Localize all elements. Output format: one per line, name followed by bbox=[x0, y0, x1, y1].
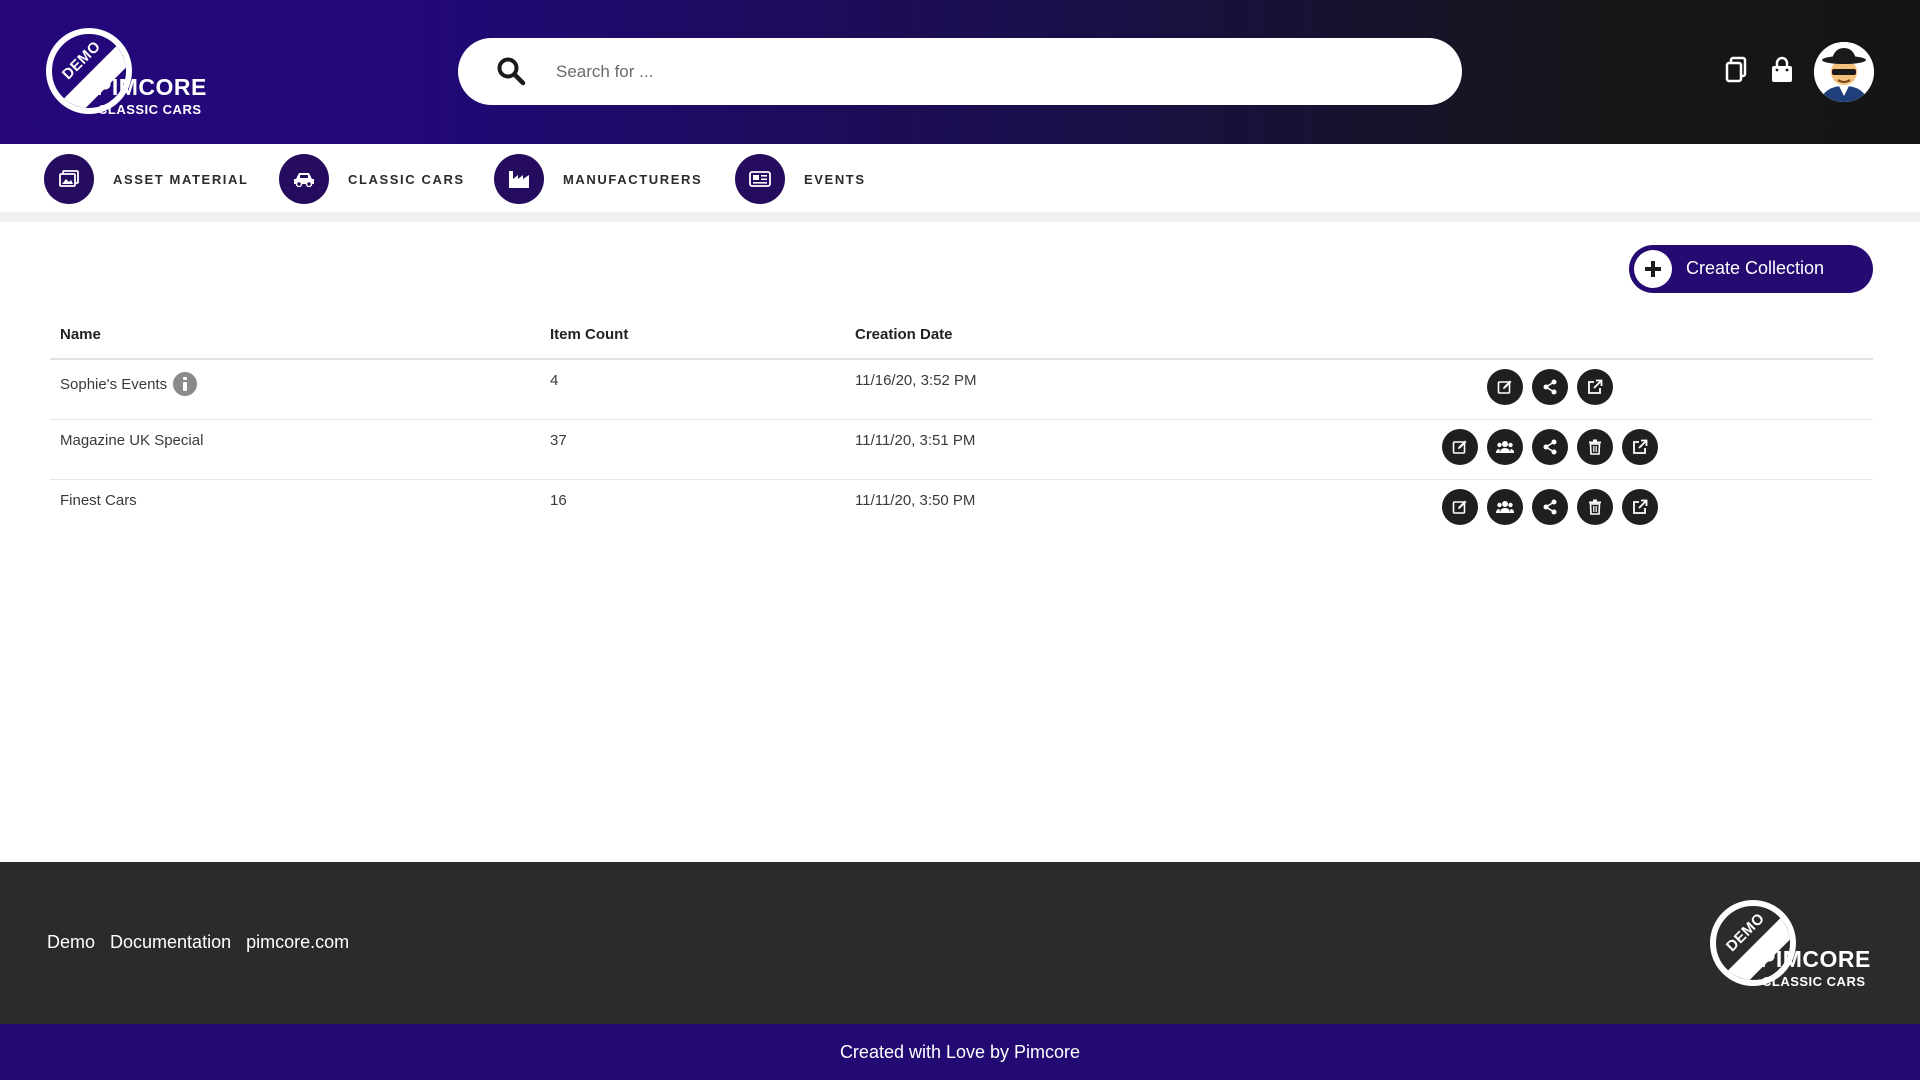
users-icon[interactable] bbox=[1487, 429, 1523, 465]
user-avatar[interactable] bbox=[1814, 42, 1874, 102]
nav-item-classic-cars[interactable]: CLASSIC CARS bbox=[279, 154, 465, 204]
creation-date: 11/11/20, 3:50 PM bbox=[855, 492, 976, 509]
footer-link-documentation[interactable]: Documentation bbox=[110, 932, 231, 953]
item-count: 4 bbox=[550, 372, 559, 389]
nav-item-events[interactable]: EVENTS bbox=[735, 154, 866, 204]
users-icon[interactable] bbox=[1487, 489, 1523, 525]
table-row[interactable]: Finest Cars 16 11/11/20, 3:50 PM bbox=[50, 480, 1873, 540]
open-external-icon[interactable] bbox=[1622, 489, 1658, 525]
collections-table: Name Item Count Creation Date Sophie's E… bbox=[50, 318, 1873, 540]
column-header-name[interactable]: Name bbox=[60, 326, 101, 343]
credit-bar: Created with Love by Pimcore bbox=[0, 1024, 1920, 1080]
nav-item-label: MANUFACTURERS bbox=[563, 171, 703, 187]
footer-link-demo[interactable]: Demo bbox=[47, 932, 95, 953]
edit-icon[interactable] bbox=[1442, 489, 1478, 525]
edit-icon[interactable] bbox=[1487, 369, 1523, 405]
create-collection-label: Create Collection bbox=[1686, 258, 1825, 278]
footer-link-pimcore[interactable]: pimcore.com bbox=[246, 932, 349, 953]
plus-icon bbox=[1634, 250, 1672, 288]
edit-icon[interactable] bbox=[1442, 429, 1478, 465]
share-icon[interactable] bbox=[1532, 429, 1568, 465]
logo-wordmark: PIMCORE bbox=[1760, 946, 1871, 972]
nav-item-label: ASSET MATERIAL bbox=[113, 171, 249, 187]
collection-name-text: Sophie's Events bbox=[60, 375, 168, 393]
factory-icon bbox=[494, 154, 544, 204]
footer: Demo Documentation pimcore.com bbox=[0, 862, 1920, 1024]
creation-date: 11/11/20, 3:51 PM bbox=[855, 432, 976, 449]
row-actions bbox=[1442, 429, 1667, 465]
images-icon bbox=[44, 154, 94, 204]
footer-pimcore-logo[interactable]: DEMO PIMCORE CLASSIC CARS bbox=[1710, 898, 1880, 994]
nav-item-label: EVENTS bbox=[804, 171, 866, 187]
open-external-icon[interactable] bbox=[1622, 429, 1658, 465]
logo-subtitle: CLASSIC CARS bbox=[98, 102, 202, 117]
share-icon[interactable] bbox=[1532, 489, 1568, 525]
avatar-illustration bbox=[1814, 42, 1874, 102]
credit-text: Created with Love by Pimcore bbox=[839, 1041, 1081, 1062]
search-input[interactable] bbox=[556, 56, 1416, 88]
trash-icon[interactable] bbox=[1577, 489, 1613, 525]
collection-name: Sophie's Events bbox=[60, 372, 198, 396]
creation-date: 11/16/20, 3:52 PM bbox=[855, 372, 977, 389]
search-icon[interactable] bbox=[496, 56, 526, 86]
category-nav: ASSET MATERIAL CLASSIC CARS MANUFACTURER… bbox=[0, 144, 1920, 212]
item-count: 16 bbox=[550, 492, 567, 509]
item-count: 37 bbox=[550, 432, 567, 449]
table-row[interactable]: Magazine UK Special 37 11/11/20, 3:51 PM bbox=[50, 420, 1873, 480]
pimcore-logo[interactable]: DEMO PIMCORE CLASSIC CARS bbox=[46, 26, 216, 122]
row-actions bbox=[1442, 489, 1667, 525]
header: DEMO PIMCORE CLASSIC CARS bbox=[0, 0, 1920, 144]
info-icon[interactable] bbox=[173, 372, 198, 396]
logo-wordmark: PIMCORE bbox=[96, 74, 207, 100]
collection-name: Magazine UK Special bbox=[60, 432, 204, 449]
nav-divider bbox=[0, 212, 1920, 222]
open-external-icon[interactable] bbox=[1577, 369, 1613, 405]
column-header-creation-date[interactable]: Creation Date bbox=[855, 326, 953, 343]
nav-item-manufacturers[interactable]: MANUFACTURERS bbox=[494, 154, 702, 204]
logo-subtitle: CLASSIC CARS bbox=[1762, 974, 1866, 989]
column-header-item-count[interactable]: Item Count bbox=[550, 326, 628, 343]
nav-item-label: CLASSIC CARS bbox=[348, 171, 465, 187]
trash-icon[interactable] bbox=[1577, 429, 1613, 465]
collection-name: Finest Cars bbox=[60, 492, 137, 509]
car-icon bbox=[279, 154, 329, 204]
row-actions bbox=[1487, 369, 1622, 405]
search-bar bbox=[458, 38, 1462, 105]
table-row[interactable]: Sophie's Events 4 11/16/20, 3:52 PM bbox=[50, 360, 1873, 420]
table-header: Name Item Count Creation Date bbox=[50, 318, 1873, 360]
footer-links: Demo Documentation pimcore.com bbox=[47, 932, 364, 953]
share-icon[interactable] bbox=[1532, 369, 1568, 405]
create-collection-button[interactable]: Create Collection bbox=[1629, 245, 1873, 293]
collection-icon[interactable] bbox=[1724, 56, 1750, 84]
bag-icon[interactable] bbox=[1769, 56, 1795, 84]
nav-item-asset-material[interactable]: ASSET MATERIAL bbox=[44, 154, 249, 204]
newspaper-icon bbox=[735, 154, 785, 204]
